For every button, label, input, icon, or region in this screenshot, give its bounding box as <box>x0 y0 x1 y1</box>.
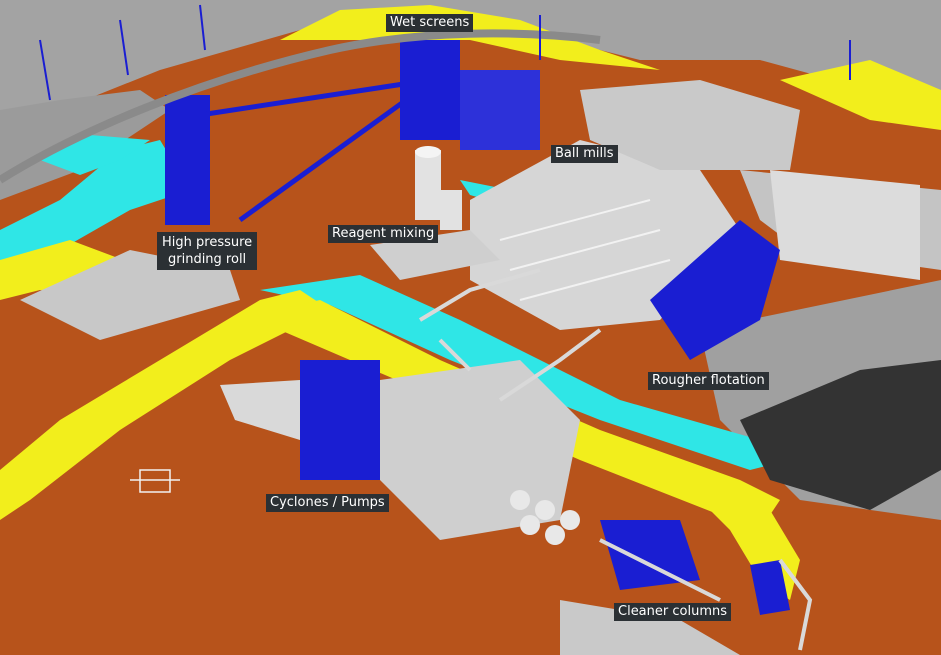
label-rougher-flotation: Rougher flotation <box>648 372 769 390</box>
label-hpgr-line-1: High pressure <box>162 235 253 250</box>
reagent-tank-tall <box>415 150 441 220</box>
label-high-pressure-grinding-roll: High pressure grinding roll <box>157 232 258 270</box>
label-cyclones-pumps: Cyclones / Pumps <box>266 494 389 512</box>
plant-rendering <box>0 0 941 655</box>
cyclone-tower <box>300 360 380 480</box>
label-wet-screens: Wet screens <box>386 14 474 32</box>
label-reagent-mixing: Reagent mixing <box>328 225 439 243</box>
wet-screen-frame <box>460 70 540 150</box>
wet-screen-tower <box>400 40 460 140</box>
reagent-tank-short <box>440 190 462 230</box>
label-cleaner-columns: Cleaner columns <box>614 603 731 621</box>
reagent-tank-top <box>415 146 441 158</box>
label-hpgr-line-2: grinding roll <box>168 252 247 267</box>
label-ball-mills: Ball mills <box>551 145 618 163</box>
plant-3d-model-view: Wet screens Ball mills High pressure gri… <box>0 0 941 655</box>
